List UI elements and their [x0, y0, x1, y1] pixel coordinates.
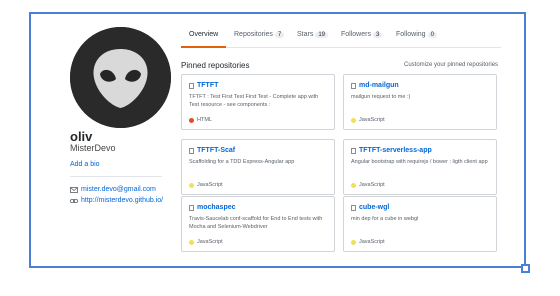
- repo-description: Angular bootstrap with requirejs / bower…: [351, 159, 488, 165]
- language-color-dot: [189, 182, 194, 188]
- tab-repositories[interactable]: Repositories 7: [234, 31, 285, 38]
- following-count: 0: [427, 32, 437, 38]
- divider: [70, 176, 162, 177]
- repo-language: JavaScript: [351, 117, 385, 123]
- resize-handle[interactable]: [521, 264, 530, 273]
- profile-login: MisterDevo: [70, 143, 116, 153]
- repo-language: JavaScript: [189, 239, 223, 245]
- repo-name[interactable]: mochaspec: [197, 204, 236, 211]
- customize-pins-link[interactable]: Customize your pinned repositories: [404, 62, 498, 68]
- followers-count: 3: [372, 32, 383, 38]
- language-color-dot: [189, 239, 194, 245]
- avatar: [70, 27, 171, 128]
- language-color-dot: [351, 117, 356, 123]
- pinned-repo-card[interactable]: mochaspec Travis-Saucelab conf-scaffold …: [181, 196, 335, 252]
- repo-icon: [351, 82, 356, 89]
- link-icon: [70, 198, 78, 203]
- tab-overview[interactable]: Overview: [189, 31, 218, 38]
- pinned-repo-card[interactable]: md-mailgun mailgun request to me :) Java…: [343, 74, 497, 130]
- repositories-count: 7: [274, 32, 285, 38]
- repo-language: JavaScript: [351, 239, 385, 245]
- language-color-dot: [351, 239, 356, 245]
- repo-name[interactable]: TFTFT-serverless-app: [359, 147, 432, 154]
- repo-language: JavaScript: [189, 182, 223, 188]
- website-link[interactable]: http://misterdevo.github.io/: [81, 197, 163, 204]
- profile-tabs: Overview Repositories 7 Stars 19 Followers…: [181, 27, 501, 48]
- selected-tab-underline: [181, 46, 226, 48]
- repo-icon: [351, 204, 356, 211]
- repo-icon: [189, 82, 194, 89]
- repo-icon: [351, 147, 356, 154]
- repo-description: mailgun request to me :): [351, 94, 411, 100]
- pinned-repo-card[interactable]: TFTFT-serverless-app Angular bootstrap w…: [343, 139, 497, 195]
- website-row[interactable]: http://misterdevo.github.io/: [70, 197, 163, 204]
- tab-following[interactable]: Following 0: [396, 31, 437, 38]
- email-link[interactable]: mister.devo@gmail.com: [81, 186, 156, 193]
- mail-icon: [70, 186, 78, 193]
- profile-name: oliv: [70, 129, 93, 144]
- repo-description: Scaffolding for a TDD Express-Angular ap…: [189, 159, 295, 165]
- repo-name[interactable]: cube-wgl: [359, 204, 389, 211]
- language-color-dot: [351, 182, 356, 188]
- stars-count: 19: [315, 32, 329, 38]
- tab-followers[interactable]: Followers 3: [341, 31, 383, 38]
- repo-icon: [189, 204, 194, 211]
- repo-name[interactable]: TFTFT: [197, 82, 218, 89]
- pinned-repo-card[interactable]: TFTFT TFTFT : Test First Test First Test…: [181, 74, 335, 130]
- alien-icon: [70, 27, 171, 128]
- repo-name[interactable]: TFTFT-Scaf: [197, 147, 235, 154]
- email-row[interactable]: mister.devo@gmail.com: [70, 186, 156, 193]
- tab-stars[interactable]: Stars 19: [297, 31, 329, 38]
- language-color-dot: [189, 117, 194, 123]
- repo-language: HTML: [189, 117, 212, 123]
- add-bio-link[interactable]: Add a bio: [70, 161, 100, 168]
- repo-language: JavaScript: [351, 182, 385, 188]
- repo-name[interactable]: md-mailgun: [359, 82, 399, 89]
- repo-description: TFTFT : Test First Test First Test - Com…: [189, 94, 319, 108]
- pinned-repo-card[interactable]: cube-wgl min dep for a cube in webgl Jav…: [343, 196, 497, 252]
- repo-description: Travis-Saucelab conf-scaffold for End to…: [189, 216, 323, 230]
- pinned-repo-card[interactable]: TFTFT-Scaf Scaffolding for a TDD Express…: [181, 139, 335, 195]
- repo-icon: [189, 147, 194, 154]
- repo-description: min dep for a cube in webgl: [351, 216, 419, 222]
- pinned-heading: Pinned repositories: [181, 61, 250, 70]
